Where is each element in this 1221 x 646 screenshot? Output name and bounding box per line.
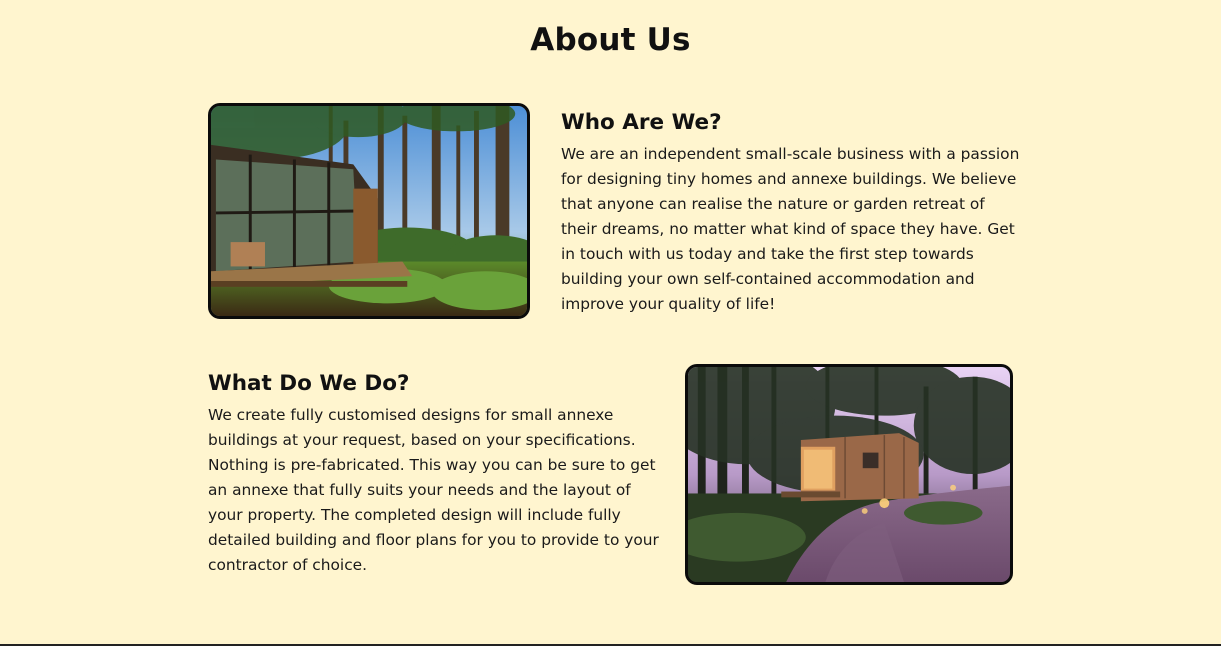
what-do-we-do-heading: What Do We Do? (208, 371, 410, 396)
what-do-we-do-section: What Do We Do? We create fully customise… (208, 371, 668, 578)
cabin-forest-illustration (211, 106, 527, 316)
who-are-we-text: We are an independent small-scale busine… (561, 145, 1020, 313)
cabin-forest-image (208, 103, 530, 319)
who-are-we-heading: Who Are We? (561, 110, 722, 135)
cabin-dusk-illustration (688, 367, 1010, 582)
who-are-we-section: Who Are We? We are an independent small-… (561, 110, 1021, 317)
cabin-dusk-image (685, 364, 1013, 585)
what-do-we-do-text: We create fully customised designs for s… (208, 406, 659, 574)
page-title: About Us (530, 22, 691, 58)
